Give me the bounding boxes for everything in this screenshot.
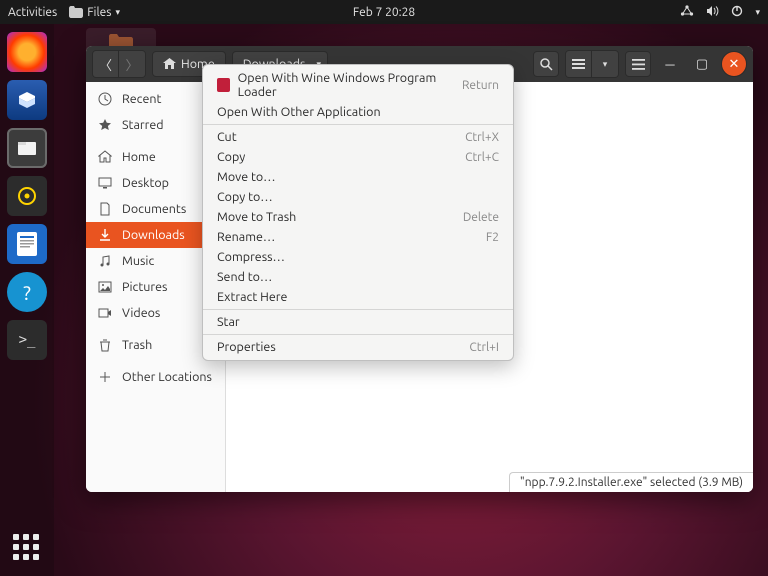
wine-icon (217, 78, 230, 92)
menu-label: Move to… (217, 170, 276, 184)
menu-cut[interactable]: Cut Ctrl+X (203, 127, 513, 147)
menu-separator (203, 124, 513, 125)
sidebar-item-label: Documents (122, 202, 186, 216)
view-buttons: ▾ (565, 50, 619, 78)
menu-trash[interactable]: Move to Trash Delete (203, 207, 513, 227)
menu-label: Star (217, 315, 240, 329)
menu-sendto[interactable]: Send to… (203, 267, 513, 287)
sidebar-item-label: Downloads (122, 228, 185, 242)
menu-extract[interactable]: Extract Here (203, 287, 513, 307)
dock-help-icon[interactable]: ? (7, 272, 47, 312)
dock-firefox-icon[interactable] (7, 32, 47, 72)
minimize-button[interactable]: ─ (657, 51, 683, 77)
dock-files-icon[interactable] (7, 128, 47, 168)
close-button[interactable]: ✕ (721, 51, 747, 77)
menu-compress[interactable]: Compress… (203, 247, 513, 267)
menu-accel: Ctrl+X (465, 131, 499, 144)
menu-rename[interactable]: Rename… F2 (203, 227, 513, 247)
dock-show-apps-icon[interactable] (13, 534, 41, 562)
menu-accel: Delete (463, 211, 499, 224)
menu-copy[interactable]: Copy Ctrl+C (203, 147, 513, 167)
back-button[interactable]: 〈 (93, 51, 119, 77)
sidebar-item-label: Music (122, 254, 154, 268)
menu-label: Properties (217, 340, 276, 354)
menu-properties[interactable]: Properties Ctrl+I (203, 337, 513, 357)
menu-open-wine[interactable]: Open With Wine Windows Program Loader Ret… (203, 68, 513, 102)
menu-accel: Return (462, 79, 499, 92)
menu-separator (203, 309, 513, 310)
menu-label: Copy to… (217, 190, 273, 204)
sidebar-item-label: Trash (122, 338, 152, 352)
menu-accel: Ctrl+C (465, 151, 499, 164)
home-icon (163, 58, 176, 70)
sidebar-item-label: Videos (122, 306, 160, 320)
dock-thunderbird-icon[interactable] (7, 80, 47, 120)
sidebar-item-other-locations[interactable]: Other Locations (86, 364, 225, 390)
menu-copyto[interactable]: Copy to… (203, 187, 513, 207)
menu-label: Send to… (217, 270, 272, 284)
hamburger-button[interactable] (625, 51, 651, 77)
menu-label: Copy (217, 150, 245, 164)
folder-icon (69, 6, 83, 18)
menu-star[interactable]: Star (203, 312, 513, 332)
menu-label: Rename… (217, 230, 275, 244)
activities-button[interactable]: Activities (8, 6, 57, 19)
context-menu: Open With Wine Windows Program Loader Ret… (202, 64, 514, 361)
hamburger-icon (632, 59, 645, 70)
menu-label: Move to Trash (217, 210, 296, 224)
sidebar-item-label: Other Locations (122, 370, 212, 384)
sidebar-item-label: Starred (122, 118, 164, 132)
menu-accel: F2 (486, 231, 499, 244)
sidebar-item-label: Desktop (122, 176, 169, 190)
app-menu-label: Files (87, 6, 111, 19)
network-icon[interactable] (680, 5, 694, 20)
power-icon[interactable] (731, 5, 743, 20)
dock-rhythmbox-icon[interactable] (7, 176, 47, 216)
dock-writer-icon[interactable] (7, 224, 47, 264)
search-button[interactable] (533, 51, 559, 77)
dock-terminal-icon[interactable]: >_ (7, 320, 47, 360)
system-menu-chevron-icon[interactable]: ▾ (755, 7, 760, 18)
nav-buttons: 〈 〉 (92, 50, 146, 78)
menu-open-other[interactable]: Open With Other Application (203, 102, 513, 122)
sidebar-item-label: Recent (122, 92, 161, 106)
sidebar-item-label: Home (122, 150, 156, 164)
top-bar: Activities Files ▾ Feb 7 20:28 ▾ (0, 0, 768, 24)
chevron-down-icon: ▾ (115, 7, 120, 18)
menu-label: Cut (217, 130, 237, 144)
list-view-button[interactable] (566, 51, 592, 77)
search-icon (540, 58, 553, 71)
status-bar: "npp.7.9.2.Installer.exe" selected (3.9 … (509, 472, 753, 492)
menu-moveto[interactable]: Move to… (203, 167, 513, 187)
menu-label: Open With Other Application (217, 105, 381, 119)
app-menu[interactable]: Files ▾ (69, 6, 120, 19)
sidebar-item-label: Pictures (122, 280, 167, 294)
menu-label: Extract Here (217, 290, 287, 304)
forward-button[interactable]: 〉 (119, 51, 145, 77)
menu-label: Open With Wine Windows Program Loader (238, 71, 454, 99)
menu-separator (203, 334, 513, 335)
maximize-button[interactable]: ▢ (689, 51, 715, 77)
menu-accel: Ctrl+I (469, 341, 499, 354)
clock[interactable]: Feb 7 20:28 (353, 6, 415, 19)
volume-icon[interactable] (706, 5, 719, 20)
dock: ? >_ (0, 24, 54, 576)
menu-label: Compress… (217, 250, 285, 264)
view-options-button[interactable]: ▾ (592, 51, 618, 77)
